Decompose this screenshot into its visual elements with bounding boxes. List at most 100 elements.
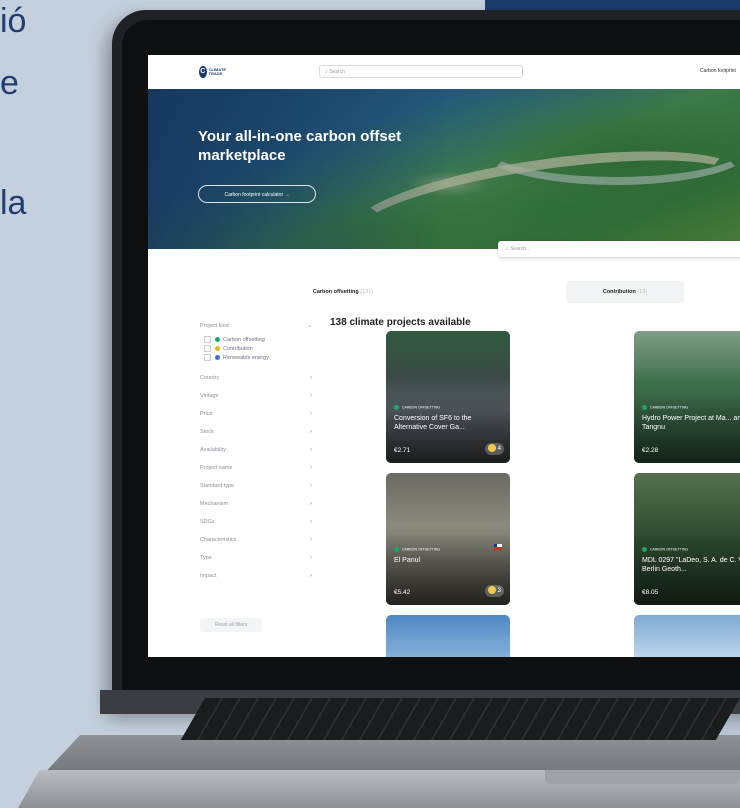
carbon-calculator-button[interactable]: Carbon footprint calculator → <box>198 185 316 203</box>
nav-link-carbon-footprint[interactable]: Carbon footprint <box>700 68 736 74</box>
card-tag-label: CARBON OFFSETTING <box>402 547 441 552</box>
chevron-right-icon: › <box>310 411 312 417</box>
kind-option-renewable-energy[interactable]: Renewable energy <box>204 354 314 363</box>
filter-standard-type[interactable]: Standard type › <box>200 480 318 492</box>
chevron-right-icon: › <box>310 573 312 579</box>
side-text-line: ió <box>0 2 27 40</box>
tab-count: (131) <box>360 289 374 295</box>
checkbox[interactable] <box>204 336 211 344</box>
sdg-icon <box>487 444 496 453</box>
card-price: €2.28 <box>642 447 659 454</box>
filter-availability[interactable]: Availability › <box>200 444 318 456</box>
card-sdg-badge: 3 <box>484 585 504 597</box>
chile-flag-icon <box>494 544 502 550</box>
checkbox[interactable] <box>204 345 211 353</box>
logo-text: CLIMATE TRADE <box>208 67 227 76</box>
chevron-right-icon: › <box>310 537 312 543</box>
filter-label: Characteristics <box>200 537 237 543</box>
sdg-count: 3 <box>497 588 501 594</box>
filter-project-kind[interactable]: Project kind ⌄ <box>200 320 318 332</box>
kind-option-carbon-offsetting[interactable]: Carbon offsetting <box>204 336 314 345</box>
chevron-right-icon: › <box>310 519 312 525</box>
filter-sdgs[interactable]: SDGs › <box>200 516 318 528</box>
green-dot-icon <box>215 337 220 343</box>
blue-dot-icon <box>215 355 220 361</box>
hero-search-input[interactable]: ⌕ Search... <box>498 241 740 257</box>
side-text-line: e <box>0 64 19 102</box>
laptop-keyboard <box>180 698 740 740</box>
nav-search-input[interactable]: ⌕ Search <box>319 65 523 78</box>
hero-overlay <box>148 89 448 249</box>
filter-type[interactable]: Type › <box>200 552 318 564</box>
project-card[interactable] <box>634 615 740 657</box>
chevron-down-icon: ⌄ <box>306 323 312 329</box>
filter-country[interactable]: Country › <box>200 372 318 384</box>
card-sdg-badge: 4 <box>484 443 504 455</box>
sdg-count: 4 <box>497 446 501 452</box>
results-heading: 138 climate projects available <box>330 317 471 328</box>
tab-count: (13) <box>637 289 648 295</box>
tab-contribution[interactable]: Contribution (13) <box>566 281 684 303</box>
green-dot-icon <box>642 405 647 410</box>
filter-label: Availability <box>200 447 226 453</box>
green-dot-icon <box>394 547 399 552</box>
hero-banner: Your all-in-one carbon offset marketplac… <box>148 89 740 249</box>
filter-mechanism[interactable]: Mechanism › <box>200 498 318 510</box>
kind-option-contribution[interactable]: Contribution <box>204 345 314 354</box>
hero-search-placeholder: Search... <box>510 246 531 252</box>
top-nav: C CLIMATE TRADE ⌕ Search Carbon footprin… <box>148 55 740 89</box>
project-card[interactable]: CARBON OFFSETTING MDL 0297 "LaDeo, S. A.… <box>634 473 740 605</box>
logo[interactable]: C CLIMATE TRADE <box>199 65 229 79</box>
project-card[interactable]: CARBON OFFSETTING Conversion of SF6 to t… <box>386 331 510 463</box>
card-title: Hydro Power Project at Ma... and Tangnu <box>642 415 740 431</box>
card-tag-label: CARBON OFFSETTING <box>650 405 689 410</box>
hero-title: Your all-in-one carbon offset marketplac… <box>198 128 402 164</box>
tab-carbon-offsetting[interactable]: Carbon offsetting (131) <box>268 281 418 303</box>
card-tag: CARBON OFFSETTING <box>394 547 440 552</box>
card-tag-label: CARBON OFFSETTING <box>650 547 689 552</box>
laptop-notch <box>545 770 740 784</box>
kind-label: Carbon offsetting <box>223 337 265 343</box>
kind-label: Contribution <box>223 346 253 352</box>
chevron-right-icon: › <box>310 375 312 381</box>
filter-label: Country <box>200 375 220 381</box>
tab-label: Carbon offsetting <box>312 289 359 295</box>
project-card[interactable] <box>386 615 510 657</box>
nav-search-placeholder: Search <box>329 69 346 75</box>
reset-filters-button[interactable]: Reset all filters <box>200 618 262 632</box>
filter-impact[interactable]: Impact › <box>200 570 318 582</box>
project-card[interactable]: CARBON OFFSETTING Hydro Power Project at… <box>634 331 740 463</box>
sdg-icon <box>487 586 496 595</box>
filter-label: Project kind <box>200 323 229 329</box>
card-title: Conversion of SF6 to the Alternative Cov… <box>394 415 472 431</box>
filter-label: Vintage <box>200 393 219 399</box>
chevron-right-icon: › <box>310 501 312 507</box>
chevron-right-icon: › <box>310 447 312 453</box>
filter-label: Stock <box>200 429 214 435</box>
checkbox[interactable] <box>204 354 211 362</box>
card-tag: CARBON OFFSETTING <box>642 547 688 552</box>
filter-characteristics[interactable]: Characteristics › <box>200 534 318 546</box>
project-card[interactable]: CARBON OFFSETTING El Panul €5.42 3 <box>386 473 510 605</box>
card-price: €8.05 <box>642 589 659 596</box>
filter-label: Type <box>200 555 212 561</box>
filter-label: Standard type <box>200 483 235 489</box>
chevron-right-icon: › <box>310 555 312 561</box>
laptop-screen: C CLIMATE TRADE ⌕ Search Carbon footprin… <box>148 55 740 657</box>
filter-stock[interactable]: Stock › <box>200 426 318 438</box>
card-tag: CARBON OFFSETTING <box>394 405 440 410</box>
card-tag-label: CARBON OFFSETTING <box>402 405 441 410</box>
card-price: €2.71 <box>394 447 411 454</box>
card-title: El Panul <box>394 557 421 564</box>
side-text-line: la <box>0 184 27 222</box>
chevron-right-icon: › <box>310 465 312 471</box>
kind-label: Renewable energy <box>223 355 269 361</box>
chevron-right-icon: › <box>310 393 312 399</box>
filter-label: Price <box>200 411 213 417</box>
filter-vintage[interactable]: Vintage › <box>200 390 318 402</box>
card-title: MDL 0297 "LaDeo, S. A. de C. V., Berlin … <box>642 557 740 573</box>
filter-label: Mechanism <box>200 501 229 507</box>
filter-project-name[interactable]: Project name › <box>200 462 318 474</box>
filter-label: Project name <box>200 465 233 471</box>
filter-price[interactable]: Price › <box>200 408 318 420</box>
